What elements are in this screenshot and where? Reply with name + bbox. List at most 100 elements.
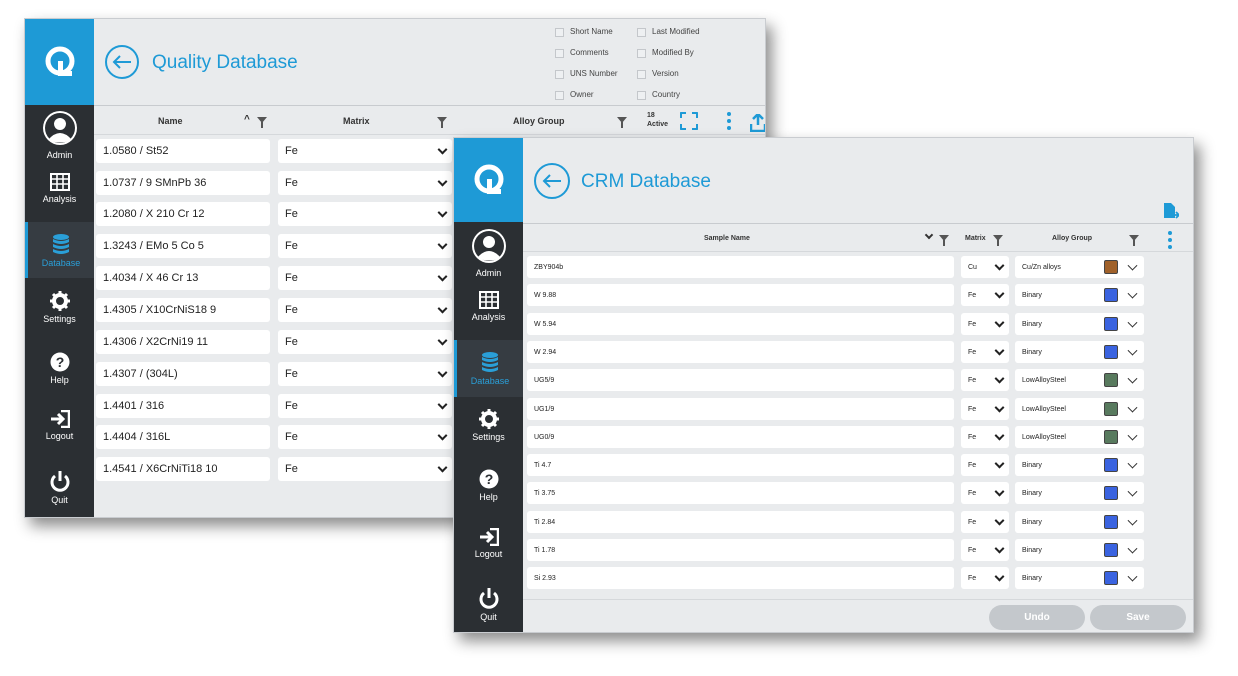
back-button[interactable] bbox=[534, 163, 570, 199]
nav-admin[interactable]: Admin bbox=[454, 226, 523, 278]
nav-database[interactable]: Database bbox=[25, 222, 94, 278]
matrix-select[interactable]: Fe bbox=[278, 139, 452, 163]
filter-icon[interactable] bbox=[1129, 235, 1139, 246]
column-header-alloy-group[interactable]: Alloy Group bbox=[1052, 235, 1092, 242]
back-button[interactable] bbox=[105, 45, 139, 79]
nav-settings[interactable]: Settings bbox=[25, 285, 94, 330]
filter-icon[interactable] bbox=[437, 117, 447, 128]
column-option-checkbox[interactable] bbox=[637, 49, 646, 58]
sample-name-field[interactable]: ZBY904b bbox=[527, 256, 954, 278]
matrix-select[interactable]: Fe bbox=[961, 369, 1009, 391]
column-option-checkbox[interactable] bbox=[637, 28, 646, 37]
column-option-checkbox[interactable] bbox=[555, 70, 564, 79]
matrix-select[interactable]: Fe bbox=[278, 394, 452, 418]
matrix-select[interactable]: Fe bbox=[961, 511, 1009, 533]
name-field[interactable]: 1.0580 / St52 bbox=[96, 139, 270, 163]
alloy-group-select[interactable]: Binary bbox=[1015, 567, 1144, 589]
filter-icon[interactable] bbox=[257, 117, 267, 128]
matrix-select[interactable]: Fe bbox=[961, 341, 1009, 363]
nav-database[interactable]: Database bbox=[454, 340, 523, 397]
filter-icon[interactable] bbox=[939, 235, 949, 246]
nav-quit[interactable]: Quit bbox=[25, 465, 94, 509]
matrix-select[interactable]: Fe bbox=[961, 284, 1009, 306]
alloy-group-select[interactable]: Binary bbox=[1015, 454, 1144, 476]
matrix-select[interactable]: Fe bbox=[278, 171, 452, 195]
alloy-group-select[interactable]: Binary bbox=[1015, 511, 1144, 533]
more-options-icon[interactable] bbox=[727, 112, 731, 133]
matrix-select[interactable]: Fe bbox=[278, 266, 452, 290]
import-file-icon[interactable] bbox=[1163, 202, 1179, 220]
name-field[interactable]: 1.4404 / 316L bbox=[96, 425, 270, 449]
column-header-matrix[interactable]: Matrix bbox=[965, 235, 986, 242]
matrix-select[interactable]: Fe bbox=[278, 234, 452, 258]
alloy-group-select[interactable]: Binary bbox=[1015, 313, 1144, 335]
alloy-group-select[interactable]: Binary bbox=[1015, 539, 1144, 561]
column-header-matrix[interactable]: Matrix bbox=[343, 116, 370, 126]
save-button[interactable]: Save bbox=[1090, 605, 1186, 630]
alloy-group-select[interactable]: Binary bbox=[1015, 284, 1144, 306]
column-option-checkbox[interactable] bbox=[637, 70, 646, 79]
sample-name-field[interactable]: Ti 1.78 bbox=[527, 539, 954, 561]
matrix-select[interactable]: Fe bbox=[278, 202, 452, 226]
matrix-select[interactable]: Fe bbox=[961, 567, 1009, 589]
more-options-icon[interactable] bbox=[1168, 231, 1172, 252]
nav-logout[interactable]: Logout bbox=[454, 521, 523, 565]
matrix-select[interactable]: Fe bbox=[961, 398, 1009, 420]
sample-name-field[interactable]: Si 2.93 bbox=[527, 567, 954, 589]
column-option-checkbox[interactable] bbox=[555, 28, 564, 37]
sample-name-field[interactable]: Ti 3.75 bbox=[527, 482, 954, 504]
undo-button[interactable]: Undo bbox=[989, 605, 1085, 630]
sample-name-field[interactable]: Ti 2.84 bbox=[527, 511, 954, 533]
nav-admin[interactable]: Admin bbox=[25, 107, 94, 162]
sort-asc-icon[interactable]: ^ bbox=[244, 114, 250, 125]
matrix-select[interactable]: Fe bbox=[961, 482, 1009, 504]
nav-analysis[interactable]: Analysis bbox=[25, 164, 94, 212]
alloy-group-select[interactable]: LowAlloySteel bbox=[1015, 369, 1144, 391]
column-option-checkbox[interactable] bbox=[637, 91, 646, 100]
alloy-group-select[interactable]: LowAlloySteel bbox=[1015, 426, 1144, 448]
sort-desc-icon[interactable] bbox=[924, 230, 934, 240]
nav-help[interactable]: ? Help bbox=[25, 346, 94, 390]
matrix-select[interactable]: Fe bbox=[278, 298, 452, 322]
name-field[interactable]: 1.0737 / 9 SMnPb 36 bbox=[96, 171, 270, 195]
upload-icon[interactable] bbox=[750, 114, 766, 132]
sample-name-field[interactable]: UG1/9 bbox=[527, 398, 954, 420]
name-field[interactable]: 1.4307 / (304L) bbox=[96, 362, 270, 386]
matrix-select[interactable]: Fe bbox=[278, 457, 452, 481]
name-field[interactable]: 1.4306 / X2CrNi19 11 bbox=[96, 330, 270, 354]
filter-icon[interactable] bbox=[617, 117, 627, 128]
matrix-select[interactable]: Fe bbox=[961, 426, 1009, 448]
alloy-group-select[interactable]: LowAlloySteel bbox=[1015, 398, 1144, 420]
sample-name-field[interactable]: W 2.94 bbox=[527, 341, 954, 363]
name-field[interactable]: 1.4305 / X10CrNiS18 9 bbox=[96, 298, 270, 322]
name-field[interactable]: 1.3243 / EMo 5 Co 5 bbox=[96, 234, 270, 258]
column-option-checkbox[interactable] bbox=[555, 49, 564, 58]
column-header-alloy-group[interactable]: Alloy Group bbox=[513, 116, 565, 126]
matrix-select[interactable]: Fe bbox=[278, 425, 452, 449]
matrix-select[interactable]: Fe bbox=[278, 330, 452, 354]
sample-name-field[interactable]: W 9.88 bbox=[527, 284, 954, 306]
fullscreen-icon[interactable] bbox=[680, 112, 698, 130]
column-header-name[interactable]: Name bbox=[158, 116, 183, 126]
sample-name-field[interactable]: W 5.94 bbox=[527, 313, 954, 335]
matrix-select[interactable]: Fe bbox=[961, 313, 1009, 335]
sample-name-field[interactable]: Ti 4.7 bbox=[527, 454, 954, 476]
column-header-sample-name[interactable]: Sample Name bbox=[704, 235, 750, 242]
column-option-checkbox[interactable] bbox=[555, 91, 564, 100]
alloy-group-select[interactable]: Binary bbox=[1015, 482, 1144, 504]
nav-logout[interactable]: Logout bbox=[25, 403, 94, 447]
nav-settings[interactable]: Settings bbox=[454, 403, 523, 447]
alloy-group-select[interactable]: Cu/Zn alloys bbox=[1015, 256, 1144, 278]
matrix-select[interactable]: Fe bbox=[961, 454, 1009, 476]
matrix-select[interactable]: Fe bbox=[961, 539, 1009, 561]
nav-analysis[interactable]: Analysis bbox=[454, 284, 523, 328]
name-field[interactable]: 1.4034 / X 46 Cr 13 bbox=[96, 266, 270, 290]
filter-icon[interactable] bbox=[993, 235, 1003, 246]
name-field[interactable]: 1.4541 / X6CrNiTi18 10 bbox=[96, 457, 270, 481]
sample-name-field[interactable]: UG5/9 bbox=[527, 369, 954, 391]
name-field[interactable]: 1.2080 / X 210 Cr 12 bbox=[96, 202, 270, 226]
nav-help[interactable]: ? Help bbox=[454, 463, 523, 507]
matrix-select[interactable]: Cu bbox=[961, 256, 1009, 278]
matrix-select[interactable]: Fe bbox=[278, 362, 452, 386]
name-field[interactable]: 1.4401 / 316 bbox=[96, 394, 270, 418]
